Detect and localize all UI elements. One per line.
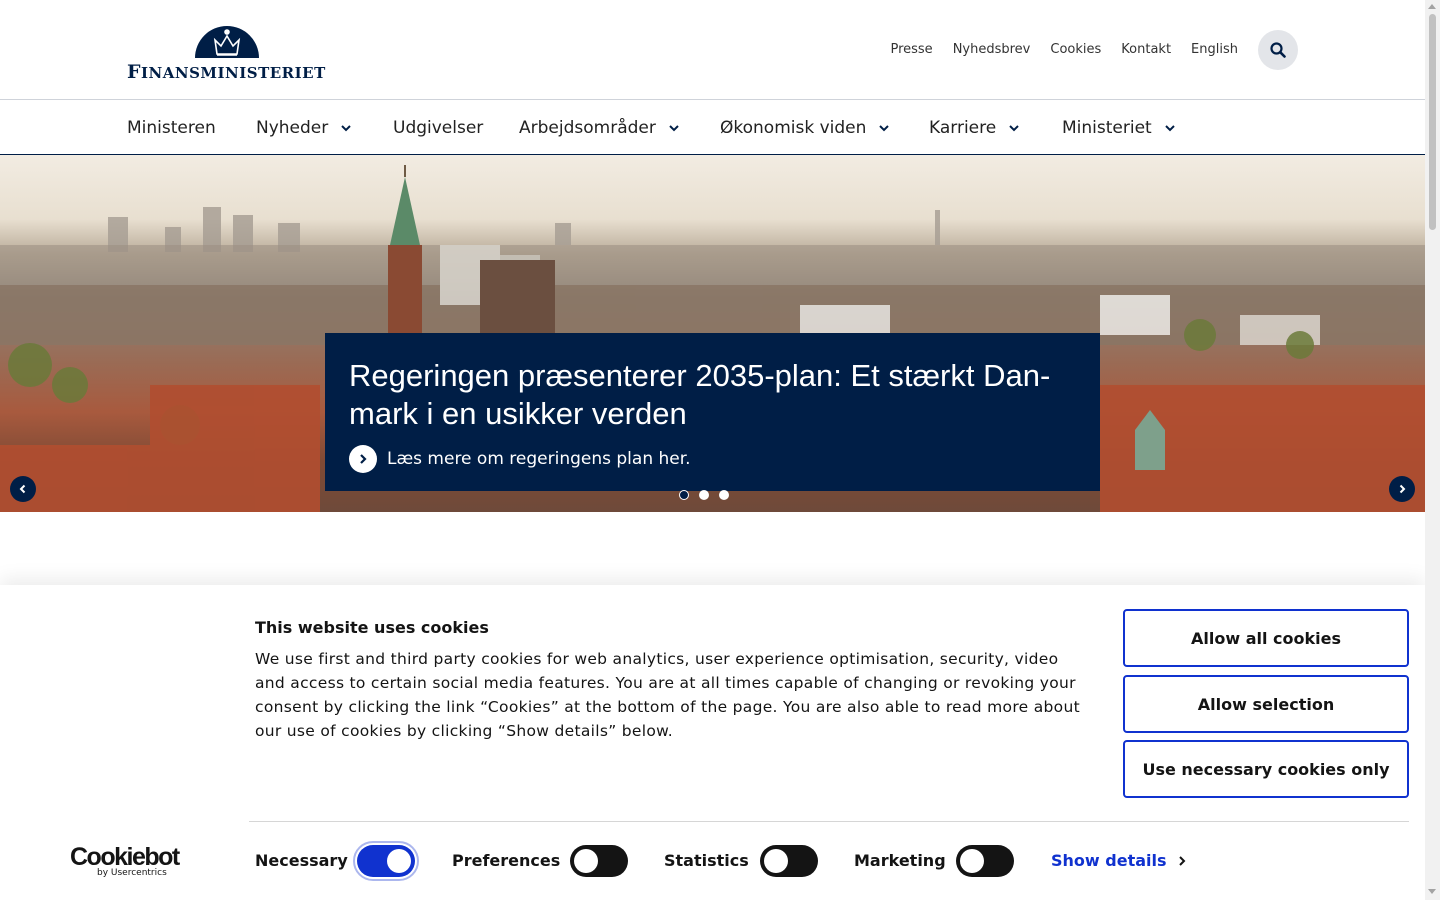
- carousel-next-button[interactable]: [1389, 476, 1415, 502]
- cookie-title: This website uses cookies: [255, 618, 489, 637]
- link-kontakt[interactable]: Kontakt: [1121, 42, 1171, 57]
- hero-carousel: Regeringen præsenterer 2035-plan: Et stæ…: [0, 155, 1425, 512]
- link-cookies[interactable]: Cookies: [1050, 42, 1101, 57]
- nav-item-label: Karriere: [929, 118, 997, 138]
- toggle-knob: [574, 849, 598, 873]
- allow-all-cookies-button[interactable]: Allow all cookies: [1123, 609, 1409, 667]
- nav-item-ministeriet[interactable]: Ministeriet: [1062, 118, 1176, 138]
- necessary-cookies-only-button[interactable]: Use necessary cookies only: [1123, 740, 1409, 798]
- cookie-consent-banner: This website uses cookies We use first a…: [0, 585, 1425, 900]
- nav-item-arbejdsomrader[interactable]: Arbejdsområder: [519, 118, 680, 138]
- chevron-down-icon: [879, 125, 890, 132]
- search-button[interactable]: [1258, 30, 1298, 70]
- link-presse[interactable]: Presse: [890, 42, 932, 57]
- cookiebot-brand: Cookiebot: [70, 843, 180, 871]
- statistics-toggle[interactable]: [760, 845, 818, 877]
- show-details-label: Show details: [1051, 851, 1167, 870]
- chevron-down-icon: [1009, 125, 1019, 132]
- main-navigation: Ministeren Nyheder Udgivelser Arbejdsomr…: [0, 101, 1425, 155]
- scrollbar-thumb[interactable]: [1429, 14, 1436, 230]
- toggle-knob: [764, 849, 788, 873]
- finansministeriet-logo[interactable]: FINANSMINISTERIET: [127, 24, 329, 83]
- carousel-dot[interactable]: [679, 490, 689, 500]
- nav-item-nyheder[interactable]: Nyheder: [256, 118, 352, 138]
- link-nyhedsbrev[interactable]: Nyhedsbrev: [953, 42, 1031, 57]
- chevron-right-icon: [1399, 484, 1406, 494]
- nav-item-label: Arbejdsområder: [519, 118, 656, 138]
- crown-icon: [195, 26, 259, 58]
- necessary-toggle[interactable]: [353, 841, 419, 881]
- hero-link-label: Læs mere om regeringens plan her.: [387, 449, 691, 469]
- nav-item-label: Udgivelser: [393, 118, 484, 138]
- marketing-toggle[interactable]: [956, 845, 1014, 877]
- allow-selection-button[interactable]: Allow selection: [1123, 675, 1409, 733]
- hero-title[interactable]: Regeringen præsenterer 2035-plan: Et stæ…: [349, 357, 1076, 433]
- utility-links: Presse Nyhedsbrev Cookies Kontakt Englis…: [890, 42, 1238, 57]
- scroll-up-arrow[interactable]: [1428, 4, 1436, 9]
- toggle-label-necessary: Necessary: [255, 851, 348, 870]
- site-header: FINANSMINISTERIET Presse Nyhedsbrev Cook…: [0, 0, 1425, 100]
- search-icon: [1270, 42, 1286, 58]
- cookie-description: We use first and third party cookies for…: [255, 650, 1080, 740]
- nav-item-karriere[interactable]: Karriere: [929, 118, 1020, 138]
- toggle-label-statistics: Statistics: [664, 851, 749, 870]
- toggle-knob: [960, 849, 984, 873]
- chevron-down-icon: [341, 125, 351, 132]
- nav-item-label: Økonomisk viden: [720, 118, 867, 138]
- toggle-label-preferences: Preferences: [452, 851, 561, 870]
- nav-item-label: Nyheder: [256, 118, 329, 138]
- carousel-dot[interactable]: [719, 490, 729, 500]
- nav-item-label: Ministeren: [127, 118, 216, 138]
- nav-item-okonomisk-viden[interactable]: Økonomisk viden: [720, 118, 890, 138]
- hero-read-more-link[interactable]: Læs mere om regeringens plan her.: [349, 445, 1076, 473]
- hero-caption-box[interactable]: Regeringen præsenterer 2035-plan: Et stæ…: [325, 333, 1100, 491]
- carousel-dot[interactable]: [699, 490, 709, 500]
- show-details-link[interactable]: Show details: [1051, 851, 1187, 870]
- toggle-label-marketing: Marketing: [854, 851, 946, 870]
- chevron-down-icon: [1165, 125, 1175, 132]
- page-scrollbar[interactable]: [1425, 0, 1440, 900]
- divider: [249, 821, 1409, 822]
- nav-item-udgivelser[interactable]: Udgivelser: [393, 118, 483, 138]
- scroll-down-arrow[interactable]: [1428, 889, 1436, 894]
- chevron-right-icon: [349, 445, 377, 473]
- chevron-right-icon: [1178, 855, 1185, 866]
- preferences-toggle[interactable]: [570, 845, 628, 877]
- toggle-knob: [387, 849, 411, 873]
- carousel-dots: [679, 490, 729, 500]
- chevron-down-icon: [669, 125, 679, 132]
- logo-wordmark: FINANSMINISTERIET: [127, 61, 326, 83]
- nav-item-label: Ministeriet: [1062, 118, 1152, 138]
- chevron-left-icon: [19, 484, 26, 494]
- carousel-prev-button[interactable]: [10, 476, 36, 502]
- link-english[interactable]: English: [1191, 42, 1238, 57]
- cookiebot-logo: Cookiebot by Usercentrics: [70, 844, 180, 878]
- nav-item-ministeren[interactable]: Ministeren: [127, 118, 216, 138]
